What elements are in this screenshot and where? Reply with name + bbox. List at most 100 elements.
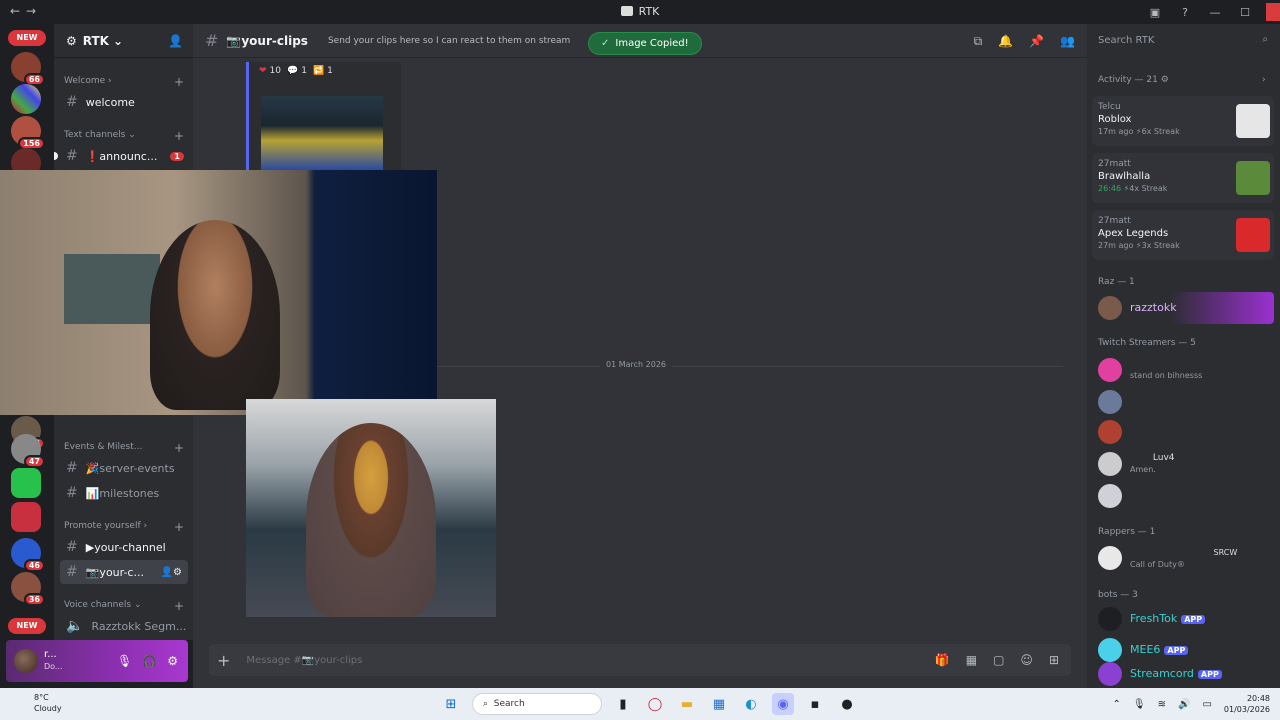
member-item[interactable] [1098, 416, 1274, 448]
help-icon[interactable]: ? [1170, 6, 1200, 19]
threads-icon[interactable]: ⧉ [974, 34, 983, 49]
server-icon[interactable] [11, 468, 41, 498]
member-item[interactable]: SRCW Call of Duty® [1098, 542, 1274, 574]
server-icon[interactable]: 66 [11, 52, 45, 86]
message-composer[interactable]: + Message #📷your-clips 🎁 ▦ ▢ ☺ ⊞ [209, 644, 1071, 676]
clock[interactable]: 20:48 01/03/2026 [1224, 693, 1270, 715]
edge-icon[interactable]: ◐ [740, 693, 762, 715]
plus-icon[interactable]: + [174, 520, 184, 534]
message-input[interactable]: Message #📷your-clips [246, 655, 362, 666]
taskview-icon[interactable]: ▮ [612, 693, 634, 715]
activity-card[interactable]: Telcu Roblox 17m ago ⚡6x Streak [1092, 96, 1274, 146]
clip-thumbnail[interactable] [261, 96, 383, 170]
plus-icon[interactable]: + [174, 441, 184, 455]
channel-your-channel[interactable]: # ▶your-channel [60, 535, 188, 559]
plus-icon[interactable]: + [174, 599, 184, 613]
sticker-icon[interactable]: ▢ [993, 653, 1004, 667]
server-icon[interactable] [11, 84, 41, 114]
category-promote[interactable]: Promote yourself › + [64, 520, 186, 534]
server-header[interactable]: ⚙ RTK ⌄ 👤 [54, 24, 193, 58]
discord-icon[interactable]: ◉ [772, 693, 794, 715]
member-item[interactable]: stand on bihnesss [1098, 354, 1274, 386]
gift-icon[interactable]: 🎁 [935, 653, 950, 667]
folder-icon[interactable]: ▬ [676, 693, 698, 715]
avatar[interactable] [14, 649, 38, 673]
search-input[interactable]: Search RTK ⌕ [1088, 30, 1274, 52]
webcam-overlay [246, 399, 496, 617]
member-item[interactable]: razztokk [1098, 292, 1274, 324]
voice-channel[interactable]: 🔈 Razztokk Segm... [60, 614, 188, 638]
check-icon: ✓ [601, 38, 610, 49]
channel-announcements[interactable]: # ❗announc... 1 [54, 144, 188, 168]
gear-icon: ⚙ [66, 33, 77, 48]
members-icon[interactable]: 👥 [1060, 34, 1075, 49]
channel-your-clips[interactable]: # 📷your-c... 👤⚙ [60, 560, 188, 584]
start-icon[interactable]: ⊞ [440, 693, 462, 715]
battery-icon[interactable]: ▭ [1202, 699, 1211, 710]
member-item[interactable]: Luv4 Amen. [1098, 448, 1274, 480]
member-item[interactable]: FreshTok APP [1098, 603, 1274, 635]
channel-topic[interactable]: Send your clips here so I can react to t… [328, 36, 570, 46]
volume-icon[interactable]: 🔊 [1178, 699, 1190, 710]
headphones-icon[interactable]: 🎧 [142, 654, 157, 668]
bell-icon[interactable]: 🔔 [998, 34, 1013, 49]
category-text-channels[interactable]: Text channels ⌄ + [64, 129, 186, 143]
channel-name: 📷your-clips [226, 33, 308, 48]
taskbar-search[interactable]: ⌕ Search [472, 693, 602, 715]
chevron-up-icon[interactable]: ⌃ [1113, 699, 1121, 710]
channel-welcome[interactable]: # welcome [60, 90, 188, 114]
apps-icon[interactable]: ⊞ [1049, 653, 1059, 667]
hash-icon: # [66, 564, 78, 580]
server-icon[interactable] [11, 502, 41, 532]
gear-icon[interactable]: ⚙ [167, 654, 178, 668]
member-item[interactable]: Streamcord APP [1098, 662, 1274, 686]
avatar [1098, 390, 1122, 414]
plus-icon[interactable]: + [174, 75, 184, 89]
category-voice[interactable]: Voice channels ⌄ + [64, 599, 186, 613]
category-events[interactable]: Events & Milest... + [64, 441, 186, 455]
avatar [1098, 452, 1122, 476]
activity-header[interactable]: Activity — 21 ⚙ › [1098, 75, 1266, 85]
emoji-icon[interactable]: ☺ [1020, 653, 1033, 667]
wifi-icon[interactable]: ≋ [1158, 699, 1166, 710]
avatar [1098, 358, 1122, 382]
channel-milestones[interactable]: # 📊milestones [60, 481, 188, 505]
member-item[interactable] [1098, 386, 1274, 418]
minimize-button[interactable]: — [1200, 6, 1230, 19]
reaction-comment[interactable]: 💬 1 [287, 66, 307, 76]
mic-icon[interactable]: 🎙 [1133, 699, 1146, 710]
maximize-button[interactable]: ☐ [1230, 6, 1260, 19]
opera-icon[interactable]: ◯ [644, 693, 666, 715]
role-header: Twitch Streamers — 5 [1098, 338, 1196, 348]
server-icon[interactable]: 47 [11, 434, 45, 468]
server-icon[interactable]: 36 [11, 572, 45, 606]
channel-server-events[interactable]: # 🎉server-events [60, 456, 188, 480]
add-member-icon[interactable]: 👤 [168, 34, 183, 48]
pin-icon[interactable]: 📌 [1029, 34, 1044, 49]
plus-icon[interactable]: + [174, 129, 184, 143]
activity-card[interactable]: 27matt Brawlhalla 26:46 ⚡4x Streak [1092, 153, 1274, 203]
game-icon [1236, 104, 1270, 138]
inbox-icon[interactable]: ▣ [1140, 6, 1170, 19]
activity-card[interactable]: 27matt Apex Legends 27m ago ⚡3x Streak [1092, 210, 1274, 260]
plus-icon[interactable]: + [217, 651, 230, 670]
reaction-repost[interactable]: 🔁 1 [313, 66, 333, 76]
mic-icon[interactable]: 🎙 [117, 654, 132, 668]
user-panel: r... Do... 🎙 🎧 ⚙ [6, 640, 188, 682]
app-badge: APP [1181, 614, 1206, 624]
store-icon[interactable]: ▦ [708, 693, 730, 715]
reaction-heart[interactable]: ❤ 10 [259, 66, 281, 76]
weather-widget[interactable]: 8°C Cloudy [20, 692, 62, 714]
gif-icon[interactable]: ▦ [966, 653, 977, 667]
server-icon[interactable]: 156 [11, 116, 45, 150]
terminal-icon[interactable]: ▪ [804, 693, 826, 715]
settings-icon[interactable]: 👤⚙ [161, 567, 182, 578]
category-welcome[interactable]: Welcome › + [64, 75, 186, 89]
close-button[interactable] [1266, 3, 1280, 21]
member-item[interactable] [1098, 480, 1274, 512]
server-icon[interactable]: 46 [11, 538, 45, 572]
chevron-down-icon: ⌄ [112, 33, 124, 48]
new-pill: NEW [8, 618, 46, 634]
search-icon: ⌕ [1262, 34, 1268, 45]
obs-icon[interactable]: ● [836, 693, 858, 715]
